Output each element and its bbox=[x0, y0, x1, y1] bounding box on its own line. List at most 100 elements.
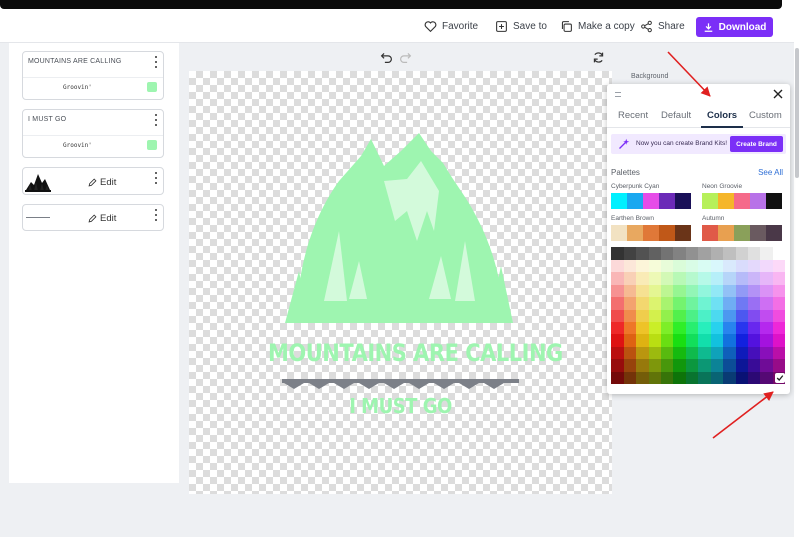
color-swatch[interactable] bbox=[673, 321, 686, 335]
color-swatch[interactable] bbox=[722, 247, 736, 260]
refresh-icon[interactable] bbox=[592, 51, 605, 64]
save-to-button[interactable]: Save to bbox=[495, 17, 547, 35]
color-swatch[interactable] bbox=[735, 296, 748, 310]
color-swatch[interactable] bbox=[611, 259, 624, 273]
palette-swatch[interactable] bbox=[750, 225, 766, 241]
color-swatch[interactable] bbox=[722, 334, 736, 347]
color-swatch[interactable] bbox=[648, 371, 661, 385]
scrollbar-thumb[interactable] bbox=[795, 48, 799, 178]
layer-graphic-mountains[interactable]: Edit bbox=[22, 167, 164, 195]
palette-swatch[interactable] bbox=[718, 225, 734, 241]
color-swatch[interactable] bbox=[635, 334, 649, 347]
palette-swatch[interactable] bbox=[643, 193, 659, 209]
color-swatch[interactable] bbox=[660, 284, 674, 298]
color-swatch[interactable] bbox=[710, 371, 724, 385]
color-swatch[interactable] bbox=[685, 334, 699, 347]
palette-swatch[interactable] bbox=[627, 193, 643, 209]
palette-swatch[interactable] bbox=[611, 193, 627, 209]
color-swatch[interactable] bbox=[660, 321, 674, 335]
palette-autumn[interactable] bbox=[702, 225, 782, 241]
close-icon[interactable] bbox=[773, 89, 783, 99]
drag-handle-icon[interactable] bbox=[615, 92, 621, 97]
palette-cyberpunk-cyan[interactable] bbox=[611, 193, 691, 209]
color-swatch[interactable] bbox=[698, 259, 711, 273]
layer-text-i-must-go[interactable]: I MUST GO Groovin' bbox=[22, 109, 164, 158]
color-swatch[interactable] bbox=[735, 321, 748, 335]
color-swatch-grid[interactable] bbox=[611, 247, 786, 385]
color-swatch[interactable] bbox=[648, 271, 661, 285]
color-swatch[interactable] bbox=[722, 296, 736, 310]
selected-color-check[interactable] bbox=[775, 373, 785, 383]
kebab-menu-icon[interactable] bbox=[153, 209, 159, 221]
color-swatch[interactable] bbox=[747, 296, 761, 310]
layer-text-mountains[interactable]: MOUNTAINS ARE CALLING Groovin' bbox=[22, 51, 164, 100]
color-swatch[interactable] bbox=[623, 346, 637, 360]
palette-swatch[interactable] bbox=[734, 193, 750, 209]
color-swatch[interactable] bbox=[747, 247, 761, 260]
see-all-link[interactable]: See All bbox=[758, 168, 783, 177]
color-swatch[interactable] bbox=[611, 359, 624, 372]
color-swatch[interactable] bbox=[760, 296, 773, 310]
color-swatch[interactable] bbox=[698, 321, 711, 335]
color-swatch[interactable] bbox=[772, 259, 786, 273]
color-swatch[interactable] bbox=[685, 309, 699, 323]
color-swatch[interactable] bbox=[760, 259, 773, 273]
palette-swatch[interactable] bbox=[750, 193, 766, 209]
kebab-menu-icon[interactable] bbox=[153, 56, 159, 68]
palette-swatch[interactable] bbox=[702, 225, 718, 241]
color-swatch[interactable] bbox=[623, 296, 637, 310]
color-swatch[interactable] bbox=[673, 309, 686, 323]
color-swatch[interactable] bbox=[710, 284, 724, 298]
color-swatch[interactable] bbox=[722, 321, 736, 335]
color-swatch[interactable] bbox=[747, 259, 761, 273]
color-swatch[interactable] bbox=[635, 259, 649, 273]
make-copy-button[interactable]: Make a copy bbox=[560, 17, 635, 35]
color-swatch[interactable] bbox=[685, 296, 699, 310]
color-swatch[interactable] bbox=[698, 359, 711, 372]
layer-color-swatch[interactable] bbox=[147, 82, 157, 92]
color-swatch[interactable] bbox=[611, 334, 624, 347]
color-swatch[interactable] bbox=[673, 271, 686, 285]
color-swatch[interactable] bbox=[735, 346, 748, 360]
color-swatch[interactable] bbox=[760, 346, 773, 360]
color-swatch[interactable] bbox=[772, 296, 786, 310]
color-swatch[interactable] bbox=[648, 334, 661, 347]
color-swatch[interactable] bbox=[722, 259, 736, 273]
layer-color-swatch[interactable] bbox=[147, 140, 157, 150]
color-swatch[interactable] bbox=[623, 359, 637, 372]
color-swatch[interactable] bbox=[772, 346, 786, 360]
color-swatch[interactable] bbox=[710, 309, 724, 323]
color-swatch[interactable] bbox=[710, 271, 724, 285]
palette-swatch[interactable] bbox=[659, 193, 675, 209]
palette-swatch[interactable] bbox=[675, 193, 691, 209]
color-swatch[interactable] bbox=[648, 284, 661, 298]
color-swatch[interactable] bbox=[760, 309, 773, 323]
color-swatch[interactable] bbox=[673, 371, 686, 385]
color-swatch[interactable] bbox=[685, 359, 699, 372]
color-swatch[interactable] bbox=[660, 259, 674, 273]
color-swatch[interactable] bbox=[685, 284, 699, 298]
color-swatch[interactable] bbox=[611, 309, 624, 323]
color-swatch[interactable] bbox=[623, 321, 637, 335]
palette-swatch[interactable] bbox=[766, 193, 782, 209]
palette-swatch[interactable] bbox=[659, 225, 675, 241]
color-swatch[interactable] bbox=[685, 371, 699, 385]
color-swatch[interactable] bbox=[611, 271, 624, 285]
palette-earthen-brown[interactable] bbox=[611, 225, 691, 241]
color-swatch[interactable] bbox=[722, 309, 736, 323]
color-swatch[interactable] bbox=[735, 284, 748, 298]
layer-font-name[interactable]: Groovin' bbox=[63, 84, 92, 91]
color-swatch[interactable] bbox=[710, 321, 724, 335]
color-swatch[interactable] bbox=[673, 359, 686, 372]
edit-button[interactable]: Edit bbox=[88, 213, 116, 224]
color-swatch[interactable] bbox=[648, 346, 661, 360]
mountain-graphic[interactable] bbox=[189, 71, 612, 494]
color-swatch[interactable] bbox=[685, 271, 699, 285]
color-swatch[interactable] bbox=[698, 371, 711, 385]
color-swatch[interactable] bbox=[673, 334, 686, 347]
color-swatch[interactable] bbox=[747, 371, 761, 385]
palette-neon-groovie[interactable] bbox=[702, 193, 782, 209]
color-swatch[interactable] bbox=[611, 296, 624, 310]
color-swatch[interactable] bbox=[685, 259, 699, 273]
color-swatch[interactable] bbox=[722, 271, 736, 285]
